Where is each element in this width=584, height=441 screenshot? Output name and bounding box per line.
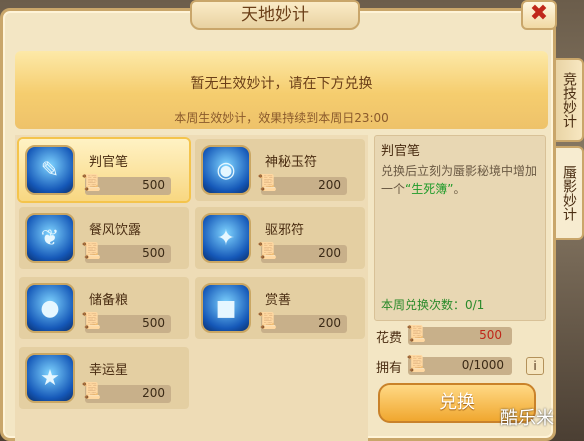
detail-description: 兑换后立刻为蜃影秘境中增加一个“生死簿”。 xyxy=(381,162,541,198)
price-value: 200 xyxy=(318,316,341,330)
item-name: 幸运星 xyxy=(89,363,129,378)
scroll-icon: 📜 xyxy=(406,324,426,343)
window-title: 天地妙计 xyxy=(190,0,360,30)
scroll-icon: 📜 xyxy=(81,311,101,330)
item-name: 餐风饮露 xyxy=(89,223,142,238)
scroll-icon: 📜 xyxy=(81,173,101,192)
price-value: 500 xyxy=(142,178,165,192)
talisman-icon: ✦ xyxy=(201,213,251,263)
owned-bar: 📜 0/1000 xyxy=(406,354,512,375)
close-icon: ✖ xyxy=(529,1,549,26)
item-name: 赏善 xyxy=(265,293,292,308)
item-price: 📜 500 xyxy=(81,241,171,263)
scroll-icon: 📜 xyxy=(257,173,277,192)
price-value: 200 xyxy=(318,178,341,192)
cost-bar: 📜 500 xyxy=(406,324,512,345)
price-value: 500 xyxy=(142,316,165,330)
cost-value: 500 xyxy=(479,328,502,342)
item-price: 📜 200 xyxy=(257,311,347,333)
item-price: 📜 500 xyxy=(81,311,171,333)
leaf-icon: ❦ xyxy=(25,213,75,263)
item-price: 📜 200 xyxy=(81,381,171,403)
status-banner: 暂无生效妙计，请在下方兑换 本周生效妙计，效果持续到本周日23:00 xyxy=(15,51,548,129)
gift-box-icon: ■ xyxy=(201,283,251,333)
owned-value: 0/1000 xyxy=(461,358,504,372)
jade-talisman-icon: ◉ xyxy=(201,145,251,195)
brush-icon: ✎ xyxy=(25,145,75,195)
item-name: 储备粮 xyxy=(89,293,129,308)
scroll-icon: 📜 xyxy=(406,354,426,373)
item-card-3[interactable]: ✦ 驱邪符 📜 200 xyxy=(195,207,365,269)
info-button[interactable]: i xyxy=(526,357,544,375)
item-card-5[interactable]: ■ 赏善 📜 200 xyxy=(195,277,365,339)
detail-title: 判官笔 xyxy=(381,144,421,159)
sack-icon: ● xyxy=(25,283,75,333)
item-detail-panel: 判官笔 兑换后立刻为蜃影秘境中增加一个“生死簿”。 本周兑换次数：0/1 xyxy=(374,135,546,321)
dialog-frame: 暂无生效妙计，请在下方兑换 本周生效妙计，效果持续到本周日23:00 ✎ 判官笔… xyxy=(0,8,556,441)
item-name: 神秘玉符 xyxy=(265,155,318,170)
weekly-exchange-count: 本周兑换次数：0/1 xyxy=(381,298,485,312)
star-icon: ★ xyxy=(25,353,75,403)
price-value: 500 xyxy=(142,246,165,260)
scroll-icon: 📜 xyxy=(81,381,101,400)
item-card-0[interactable]: ✎ 判官笔 📜 500 xyxy=(19,139,189,201)
item-price: 📜 200 xyxy=(257,241,347,263)
banner-sub-text: 本周生效妙计，效果持续到本周日23:00 xyxy=(174,111,389,125)
tab-mirage-tactics[interactable]: 蜃影妙计 xyxy=(556,146,584,240)
item-price: 📜 200 xyxy=(257,173,347,195)
price-value: 200 xyxy=(318,246,341,260)
desc-highlight: “生死簿” xyxy=(405,182,454,196)
tab-competitive-tactics[interactable]: 竞技妙计 xyxy=(556,58,584,142)
scroll-icon: 📜 xyxy=(257,241,277,260)
watermark-text: 酷乐米 xyxy=(500,408,554,429)
price-value: 200 xyxy=(142,386,165,400)
cost-label: 花费 xyxy=(376,331,403,346)
scroll-icon: 📜 xyxy=(257,311,277,330)
owned-label: 拥有 xyxy=(376,361,403,376)
banner-main-text: 暂无生效妙计，请在下方兑换 xyxy=(190,76,373,92)
scroll-icon: 📜 xyxy=(81,241,101,260)
close-button[interactable]: ✖ xyxy=(521,0,557,30)
item-name: 判官笔 xyxy=(89,155,129,170)
item-name: 驱邪符 xyxy=(265,223,305,238)
desc-end: 。 xyxy=(453,182,466,196)
item-grid: ✎ 判官笔 📜 500 ◉ 神秘玉符 📜 200 ❦ 餐风饮露 📜 500 ✦ xyxy=(15,135,368,441)
item-card-2[interactable]: ❦ 餐风饮露 📜 500 xyxy=(19,207,189,269)
item-price: 📜 500 xyxy=(81,173,171,195)
item-card-4[interactable]: ● 储备粮 📜 500 xyxy=(19,277,189,339)
item-card-1[interactable]: ◉ 神秘玉符 📜 200 xyxy=(195,139,365,201)
item-card-6[interactable]: ★ 幸运星 📜 200 xyxy=(19,347,189,409)
